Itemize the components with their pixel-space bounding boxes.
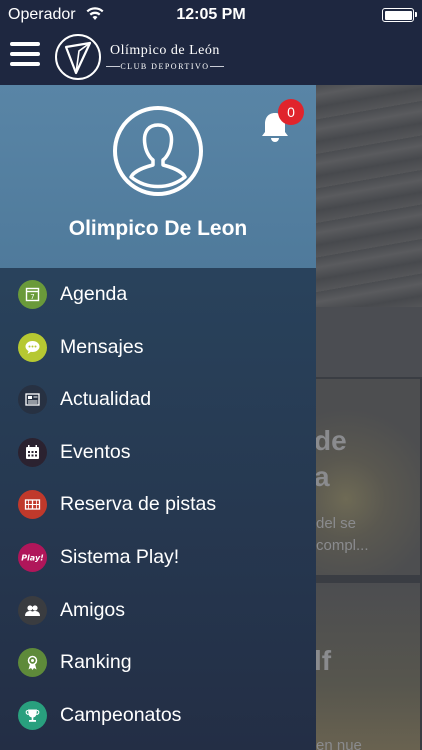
menu-item-eventos[interactable]: Eventos: [0, 426, 316, 479]
news-card: [316, 583, 420, 750]
status-bar: Operador 12:05 PM: [0, 0, 422, 30]
battery-icon: [382, 8, 417, 22]
menu-item-label: Agenda: [60, 283, 128, 305]
menu-item-mensajes[interactable]: Mensajes: [0, 321, 316, 374]
court-icon: [18, 490, 47, 520]
news-title-fragment: de: [316, 425, 347, 456]
friends-icon: [18, 595, 47, 625]
svg-text:Play!: Play!: [21, 553, 44, 562]
news-header-image: [316, 85, 422, 307]
menu-item-reserva-de-pistas[interactable]: Reserva de pistas: [0, 478, 316, 531]
newspaper-icon: [18, 385, 47, 415]
menu-item-agenda[interactable]: 7 Agenda: [0, 268, 316, 321]
svg-text:7: 7: [30, 293, 34, 301]
calendar-icon: 7: [18, 280, 47, 309]
play-icon: Play!: [18, 542, 47, 572]
menu-item-label: Campeonatos: [60, 703, 182, 726]
news-excerpt-fragment: compl...: [316, 537, 369, 554]
chat-bubble-icon: [18, 332, 47, 362]
profile-header: Olimpico De Leon 0: [0, 85, 316, 268]
section-band: [316, 307, 422, 377]
club-name: Olímpico de León: [110, 43, 220, 58]
main-content-behind-drawer[interactable]: de a del se compl... lf en nue: [316, 85, 422, 750]
news-excerpt-fragment: en nue: [316, 737, 362, 750]
menu-icon[interactable]: [10, 42, 40, 68]
avatar-icon[interactable]: [112, 105, 204, 197]
club-subtitle: CLUB DEPORTIVO: [106, 62, 224, 71]
menu-item-actualidad[interactable]: Actualidad: [0, 373, 316, 426]
menu-item-campeonatos[interactable]: Campeonatos: [0, 689, 316, 742]
menu-item-label: Amigos: [60, 598, 126, 621]
side-drawer: Olimpico De Leon 0 7 Agenda Mensajes Act…: [0, 85, 316, 750]
news-title-fragment: lf: [316, 645, 332, 676]
menu-item-amigos[interactable]: Amigos: [0, 584, 316, 637]
profile-name: Olimpico De Leon: [68, 217, 248, 240]
club-logo-text: Olímpico de León CLUB DEPORTIVO: [106, 43, 224, 71]
calendar-grid-icon: [18, 437, 47, 467]
nav-bar: Olímpico de León CLUB DEPORTIVO: [0, 30, 422, 85]
menu-item-ranking[interactable]: Ranking: [0, 636, 316, 689]
clock: 12:05 PM: [176, 6, 246, 23]
menu-item-label: Ranking: [60, 651, 132, 674]
news-title-fragment: a: [316, 461, 330, 492]
medal-icon: [18, 648, 47, 678]
drawer-menu: 7 Agenda Mensajes Actualidad Eventos Res…: [0, 268, 316, 741]
menu-item-label: Sistema Play!: [60, 545, 180, 568]
menu-item-label: Actualidad: [60, 388, 152, 411]
menu-item-label: Reserva de pistas: [60, 493, 217, 516]
club-logo-icon: [55, 34, 101, 80]
menu-item-label: Mensajes: [60, 335, 144, 358]
news-excerpt-fragment: del se: [316, 515, 357, 532]
menu-item-sistema-play[interactable]: Play! Sistema Play!: [0, 531, 316, 584]
notification-badge: 0: [278, 99, 304, 125]
menu-item-label: Eventos: [60, 440, 131, 463]
trophy-icon: [18, 700, 47, 730]
